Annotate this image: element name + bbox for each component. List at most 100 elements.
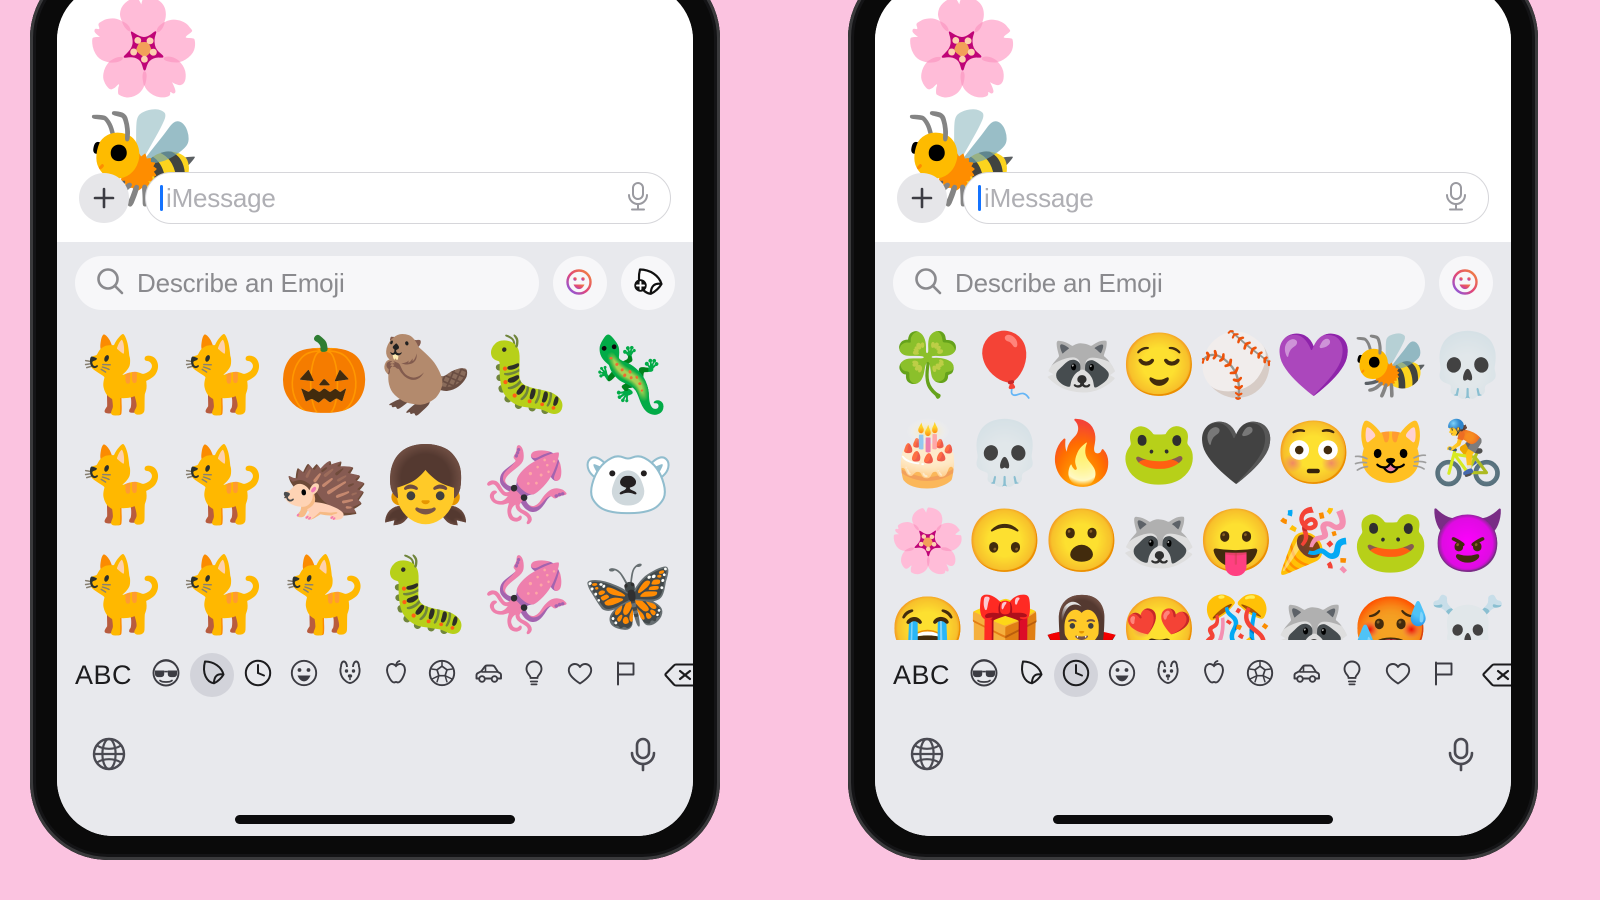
describe-emoji-search-input[interactable]: Describe an Emoji [75,256,539,310]
attachments-plus-button[interactable] [79,173,129,223]
honeybee-emoji[interactable]: 🐝 [1352,324,1429,408]
rainbow-bee-flower-genmoji[interactable]: 🌸🐝 [85,0,202,209]
upside-down-face-emoji[interactable]: 🙃 [966,500,1043,584]
birthday-cake-emoji[interactable]: 🎂 [889,412,966,496]
memoji-category-icon[interactable] [962,653,1006,697]
microphone-icon[interactable] [627,736,659,777]
animals-category-icon[interactable] [328,653,372,697]
attachments-plus-button[interactable] [897,173,947,223]
frog-emoji[interactable]: 🐸 [1121,412,1198,496]
rainbow-bee-flower-genmoji[interactable]: 🌸 [889,500,966,584]
travel-category-icon[interactable] [1284,653,1328,697]
recents-category-icon[interactable] [1054,653,1099,697]
globe-icon[interactable] [91,736,127,777]
skull-and-crossbones-emoji[interactable]: ☠️ [1429,588,1506,641]
wrapped-gift-emoji[interactable]: 🎁 [966,588,1043,641]
grinning-cat-emoji[interactable]: 😺 [1352,412,1429,496]
balloon-emoji[interactable]: 🎈 [966,324,1043,408]
globe-icon[interactable] [909,736,945,777]
backspace-delete-icon[interactable] [1472,653,1511,697]
face-with-open-mouth-emoji[interactable]: 😮 [1043,500,1120,584]
raccoon-with-donut-genmoji[interactable]: 🦝 [1275,588,1352,641]
symbols-category-icon[interactable] [1376,653,1420,697]
upright-cat-sticker[interactable]: 🐈 [71,544,172,640]
smileys-category-icon[interactable] [1100,653,1144,697]
smiling-face-with-heart-eyes-emoji[interactable]: 😍 [1121,588,1198,641]
party-popper-emoji[interactable]: 🎉 [1275,500,1352,584]
lying-cat-sticker[interactable]: 🐈 [172,544,273,640]
imessage-input[interactable]: iMessage [145,172,671,224]
caterpillar-sunflowers-genmoji[interactable]: 🐛 [476,324,577,426]
skull-emoji[interactable]: 💀 [966,412,1043,496]
emoji-grid[interactable]: 🐈 🐈 🎃 🦫 🐛 🦎 🐈 🐈 🦔 👧 🦑 🐻‍❄️ 🐈 🐈 🐈 🐛 🦑 🦋 [57,320,693,640]
pumpkin-cat-genmoji[interactable]: 🎃 [274,324,375,426]
recents-category-icon[interactable] [236,653,280,697]
flushed-face-emoji[interactable]: 😳 [1275,412,1352,496]
create-genmoji-button[interactable] [553,256,607,310]
confused-beaver-genmoji[interactable]: 🦫 [375,324,476,426]
hot-face-emoji[interactable]: 🥵 [1352,588,1429,641]
flags-category-icon[interactable] [604,653,648,697]
raccoon-reading-genmoji[interactable]: 🦝 [1043,324,1120,408]
green-grumpy-caterpillar-genmoji[interactable]: 🐛 [375,544,476,640]
moth-genmoji[interactable]: 🦋 [578,544,679,640]
relieved-face-emoji[interactable]: 😌 [1121,324,1198,408]
cat-on-bicycle-genmoji[interactable]: 🚴 [1429,412,1506,496]
microphone-icon[interactable] [1445,736,1477,777]
smileys-category-icon[interactable] [282,653,326,697]
add-sticker-button[interactable] [621,256,675,310]
fire-emoji[interactable]: 🔥 [1043,412,1120,496]
travel-category-icon[interactable] [466,653,510,697]
frog-with-umbrella-genmoji[interactable]: 🐸 [1352,500,1429,584]
home-indicator[interactable] [1053,814,1333,824]
face-with-tongue-emoji[interactable]: 😛 [1198,500,1275,584]
memoji-category-icon[interactable] [144,653,188,697]
skull-emoji[interactable]: 💀 [1429,324,1506,408]
objects-category-icon[interactable] [1330,653,1374,697]
red-devil-genmoji[interactable]: 😈 [1429,500,1506,584]
dark-purple-heart-emoji[interactable]: 🖤 [1198,412,1275,496]
face-sunglasses-icon [969,658,999,693]
loudly-crying-face-emoji[interactable]: 😭 [889,588,966,641]
raccoon-with-book-genmoji[interactable]: 🦝 [1121,500,1198,584]
confetti-ball-emoji[interactable]: 🎊 [1198,588,1275,641]
emoji-grid[interactable]: 🍀 🎈 🦝 😌 ⚾ 💜 🐝 💀 🎂 💀 🔥 🐸 🖤 😳 😺 🚴 🌸 🙃 😮 🦝 😛 🎉 🐸 😈 😭 🎁 🧛‍♀️ 😍 🎊 🦝 🥵 ☠️ [875,320,1511,641]
food-category-icon[interactable] [374,653,418,697]
microphone-icon[interactable] [1442,180,1470,217]
pink-squid-genmoji[interactable]: 🦑 [476,544,577,640]
stickers-category-icon[interactable] [190,653,235,697]
backspace-delete-icon[interactable] [654,653,693,697]
lizard-with-guitar-genmoji[interactable]: 🦎 [578,324,679,426]
abc-key[interactable]: ABC [893,660,950,691]
four-leaf-clover-emoji[interactable]: 🍀 [889,324,966,408]
hedgehog-hula-hoop-genmoji[interactable]: 🦔 [274,434,375,536]
rainbow-bee-flower-genmoji[interactable]: 🌸🐝 [903,0,1020,209]
sitting-cat-sticker[interactable]: 🐈 [71,434,172,536]
stickers-category-icon[interactable] [1008,653,1052,697]
girl-with-ice-cream-genmoji[interactable]: 👧 [375,434,476,536]
abc-key[interactable]: ABC [75,660,132,691]
imessage-input[interactable]: iMessage [963,172,1489,224]
purple-heart-emoji[interactable]: 💜 [1275,324,1352,408]
pink-squid-genmoji[interactable]: 🦑 [476,434,577,536]
microphone-icon[interactable] [624,180,652,217]
animals-category-icon[interactable] [1146,653,1190,697]
sticker-icon [1015,658,1045,693]
create-genmoji-button[interactable] [1439,256,1493,310]
flags-category-icon[interactable] [1422,653,1466,697]
activity-category-icon[interactable] [1238,653,1282,697]
sleeping-orange-cat-sticker[interactable]: 🐈 [71,324,172,426]
food-category-icon[interactable] [1192,653,1236,697]
describe-emoji-search-input[interactable]: Describe an Emoji [893,256,1425,310]
home-indicator[interactable] [235,814,515,824]
symbols-category-icon[interactable] [558,653,602,697]
stretching-cat-sticker[interactable]: 🐈 [172,434,273,536]
lounging-cat-sticker[interactable]: 🐈 [274,544,375,640]
woman-vampire-emoji[interactable]: 🧛‍♀️ [1043,588,1120,641]
activity-category-icon[interactable] [420,653,464,697]
standing-cat-sticker[interactable]: 🐈 [172,324,273,426]
polar-bear-with-fish-genmoji[interactable]: 🐻‍❄️ [578,434,679,536]
objects-category-icon[interactable] [512,653,556,697]
phone-screen: 🌸🐝 iMessage Describe an Emoji 🐈 🐈 🎃 🦫 🐛 🦎 🐈 🐈 🦔 👧 🦑 🐻‍… [57,0,693,836]
baseball-emoji[interactable]: ⚾ [1198,324,1275,408]
